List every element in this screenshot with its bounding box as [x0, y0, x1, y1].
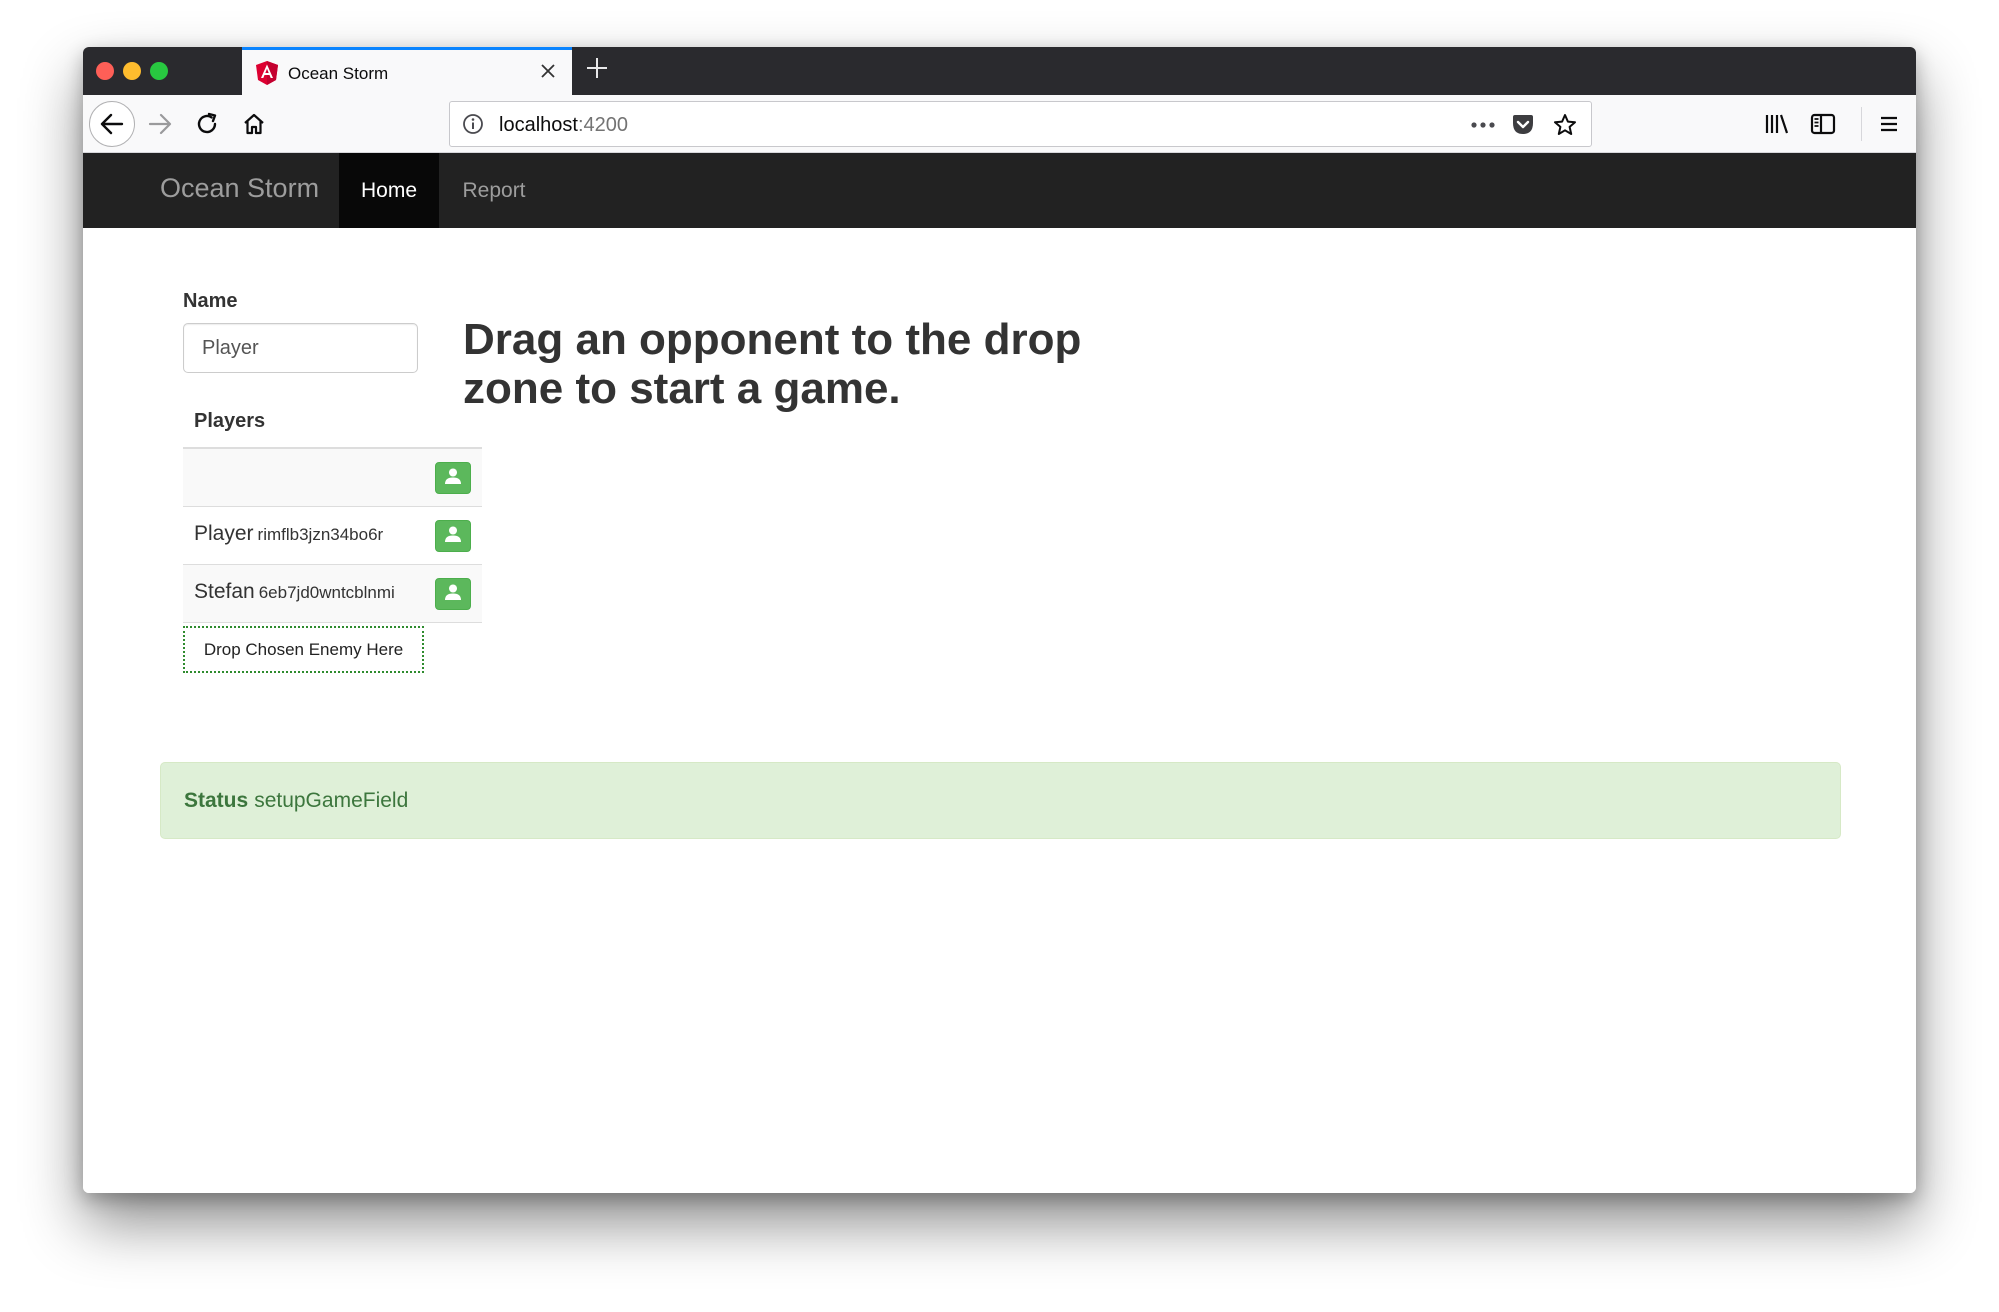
app-navbar: Ocean Storm Home Report — [83, 153, 1916, 228]
tab-bar: Ocean Storm — [83, 47, 1916, 95]
reload-icon[interactable] — [184, 101, 230, 147]
enemy-drop-zone[interactable]: Drop Chosen Enemy Here — [183, 626, 424, 673]
plus-icon[interactable] — [581, 55, 613, 87]
pocket-icon[interactable] — [1509, 112, 1537, 138]
player-row[interactable]: Stefan 6eb7jd0wntcblnmi — [183, 565, 482, 623]
name-input[interactable] — [183, 323, 418, 373]
home-icon[interactable] — [231, 101, 277, 147]
sidebar-icon[interactable] — [1806, 107, 1840, 141]
name-label: Name — [183, 290, 238, 312]
user-icon — [444, 583, 462, 606]
toolbar-separator — [1861, 107, 1862, 141]
browser-tab[interactable]: Ocean Storm — [242, 47, 572, 95]
maximize-window-button[interactable] — [150, 62, 168, 80]
url-text: localhost:4200 — [499, 114, 628, 137]
navigation-toolbar: localhost:4200 — [83, 95, 1916, 153]
browser-window: Ocean Storm localhost:4200 Ocean Storm H… — [83, 47, 1916, 1193]
players-title: Players — [194, 410, 266, 432]
status-value: setupGameField — [254, 788, 409, 812]
more-dots-icon[interactable] — [1469, 112, 1497, 138]
player-name — [194, 464, 198, 488]
instruction-heading: Drag an opponent to the drop zone to sta… — [463, 315, 1082, 413]
library-icon[interactable] — [1760, 107, 1794, 141]
angular-icon — [256, 61, 278, 85]
select-player-button[interactable] — [435, 520, 471, 552]
select-player-button[interactable] — [435, 578, 471, 610]
close-window-button[interactable] — [96, 62, 114, 80]
player-id: 6eb7jd0wntcblnmi — [258, 583, 395, 602]
select-player-button[interactable] — [435, 462, 471, 494]
minimize-window-button[interactable] — [123, 62, 141, 80]
hamburger-menu-icon[interactable] — [1872, 107, 1906, 141]
url-host: localhost — [499, 114, 578, 136]
url-bar[interactable]: localhost:4200 — [449, 101, 1592, 147]
status-label: Status — [184, 788, 249, 812]
nav-item-report[interactable]: Report — [439, 153, 549, 228]
app-brand[interactable]: Ocean Storm — [160, 173, 319, 204]
player-row[interactable]: Player rimflb3jzn34bo6r — [183, 507, 482, 565]
back-arrow-icon[interactable] — [89, 101, 135, 147]
page-content: Ocean Storm Home Report Name Players Pla… — [83, 153, 1916, 1193]
info-icon[interactable] — [462, 113, 484, 135]
nav-item-home[interactable]: Home — [339, 153, 439, 228]
star-icon[interactable] — [1551, 112, 1579, 138]
user-icon — [444, 525, 462, 548]
player-name: Player rimflb3jzn34bo6r — [194, 522, 384, 545]
close-icon[interactable] — [536, 60, 560, 84]
player-id: rimflb3jzn34bo6r — [257, 525, 384, 544]
player-row[interactable] — [183, 449, 482, 507]
status-alert: Status setupGameField — [160, 762, 1841, 839]
tab-title: Ocean Storm — [288, 64, 389, 83]
forward-arrow-icon[interactable] — [137, 101, 183, 147]
players-table: Player rimflb3jzn34bo6r Stefan 6eb7jd0wntc… — [183, 447, 482, 623]
player-name: Stefan 6eb7jd0wntcblnmi — [194, 580, 395, 603]
url-port: :4200 — [577, 114, 628, 136]
user-icon — [444, 467, 462, 490]
